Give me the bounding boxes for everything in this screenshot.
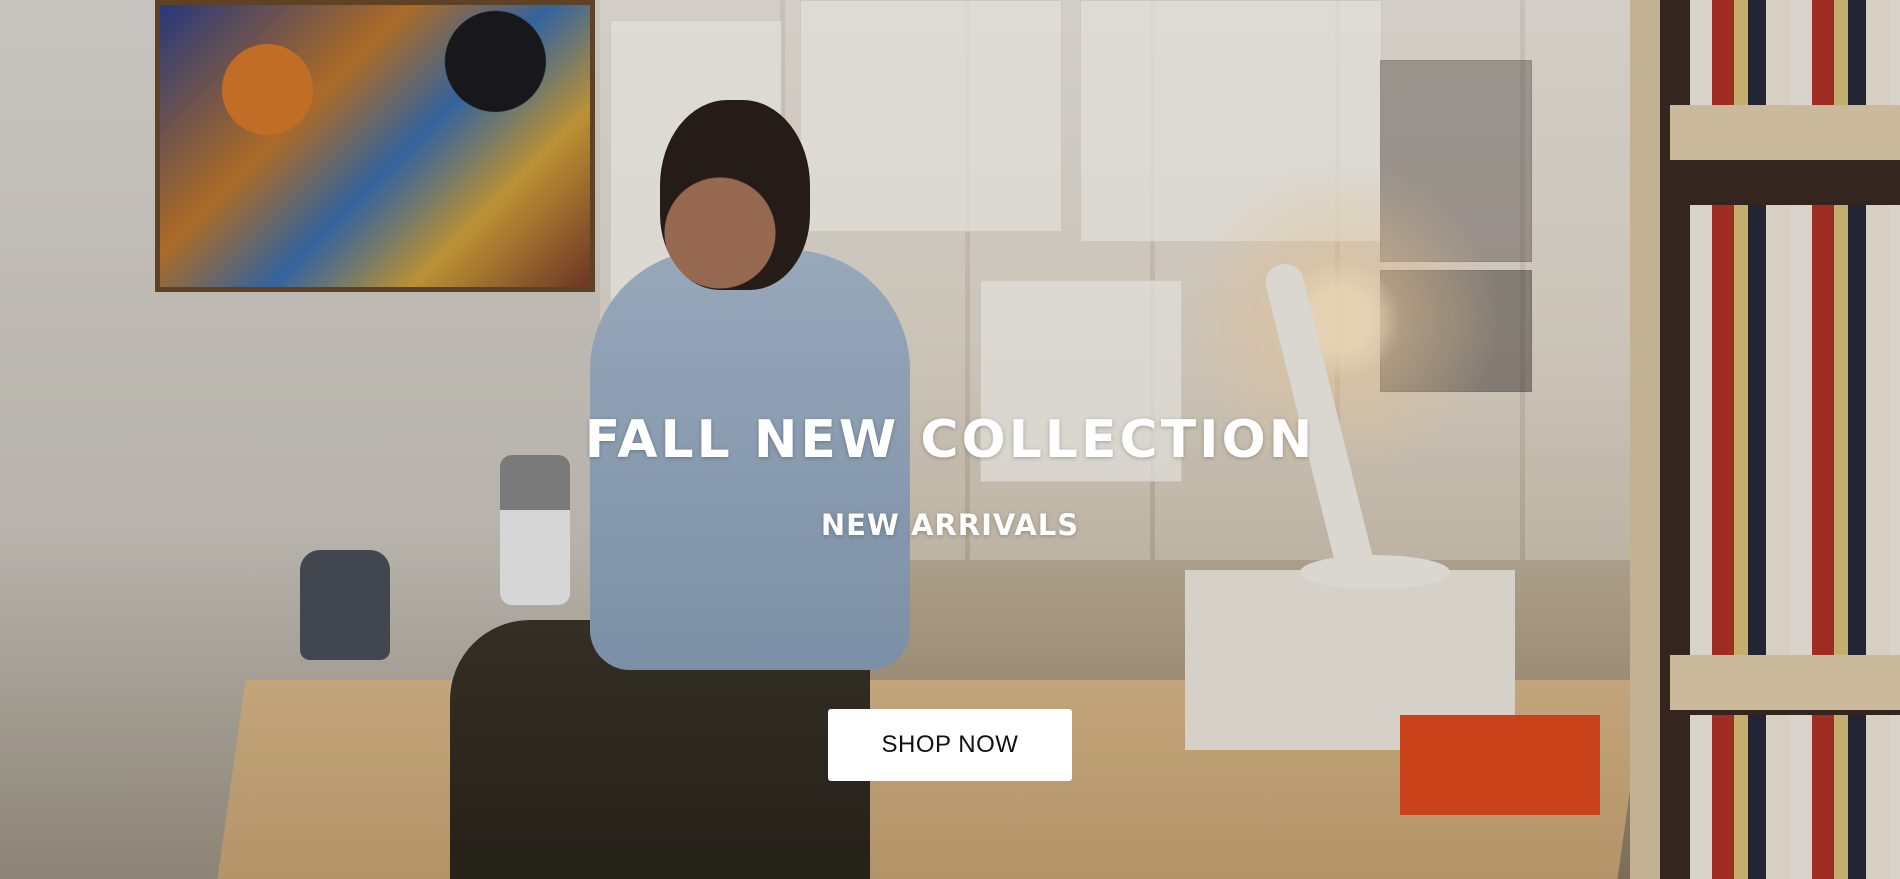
hero-subtitle: NEW ARRIVALS [820,508,1080,542]
hero-content: FALL NEW COLLECTION NEW ARRIVALS SHOP NO… [0,0,1900,879]
shop-now-button[interactable]: SHOP NOW [828,709,1072,781]
hero-banner: FALL NEW COLLECTION NEW ARRIVALS SHOP NO… [0,0,1900,879]
hero-title: FALL NEW COLLECTION [584,410,1316,470]
